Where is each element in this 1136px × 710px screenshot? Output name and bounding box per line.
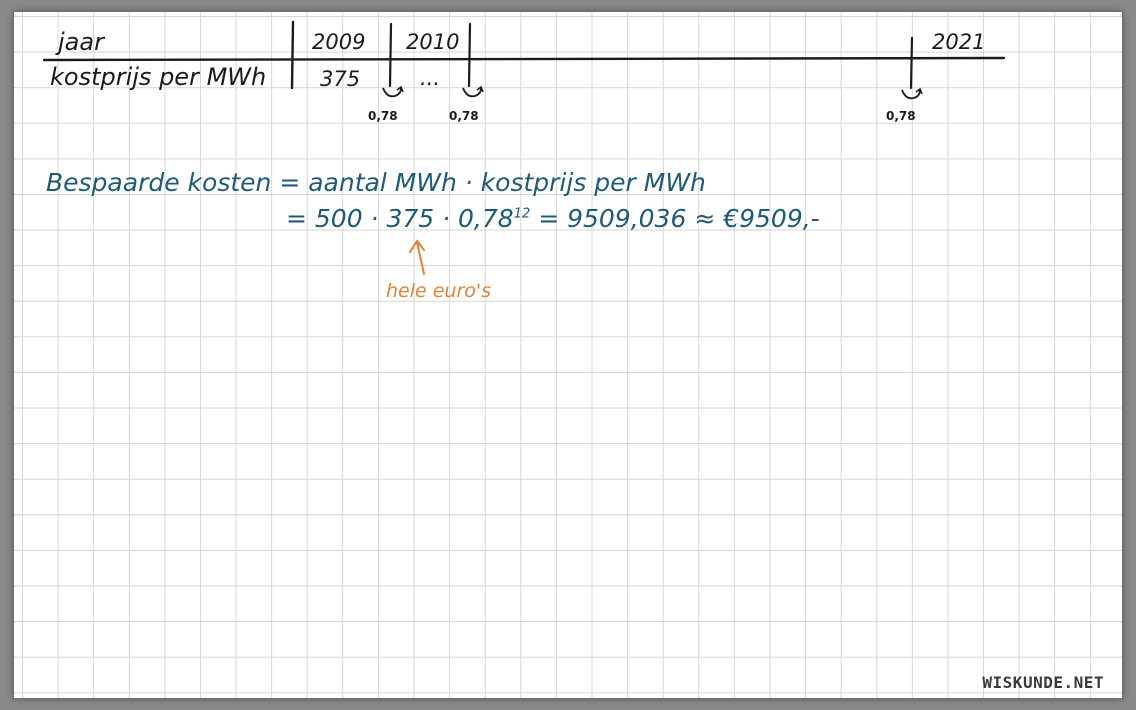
tick-2021 [909, 36, 914, 90]
row-label-kostprijs: kostprijs per MWh [50, 63, 267, 91]
table-lines [42, 20, 1006, 275]
tick-2009 [388, 22, 393, 88]
formula-line-2-result: = 9509,036 ≈ €9509,- [538, 204, 820, 233]
year-2021: 2021 [932, 30, 986, 54]
watermark-logo: WISKUNDE.NET [982, 673, 1104, 692]
formula-exponent: 12 [513, 206, 531, 222]
year-2009: 2009 [312, 30, 366, 54]
formula-line-1: Bespaarde kosten = aantal MWh · kostprij… [46, 168, 706, 197]
growth-factor: 0,78 [368, 109, 398, 123]
tick-2010 [467, 22, 472, 88]
table-divider-line [290, 20, 295, 90]
formula-line-2: = 500 · 375 · 0,7812 = 9509,036 ≈ €9509,… [286, 206, 820, 231]
whiteboard: jaar kostprijs per MWh 2009 2010 2021 37… [14, 12, 1122, 698]
growth-factor: 0,78 [449, 109, 479, 123]
row-label-jaar: jaar [58, 28, 104, 56]
ellipsis: ... [420, 66, 441, 90]
annotation-hele-euros: hele euro's [386, 280, 492, 302]
formula-line-2-main: = 500 · 375 · 0,78 [286, 204, 514, 233]
value-2009: 375 [320, 67, 361, 91]
growth-factor: 0,78 [886, 109, 916, 123]
table-horizontal-line [42, 56, 1006, 62]
year-2010: 2010 [406, 30, 460, 54]
